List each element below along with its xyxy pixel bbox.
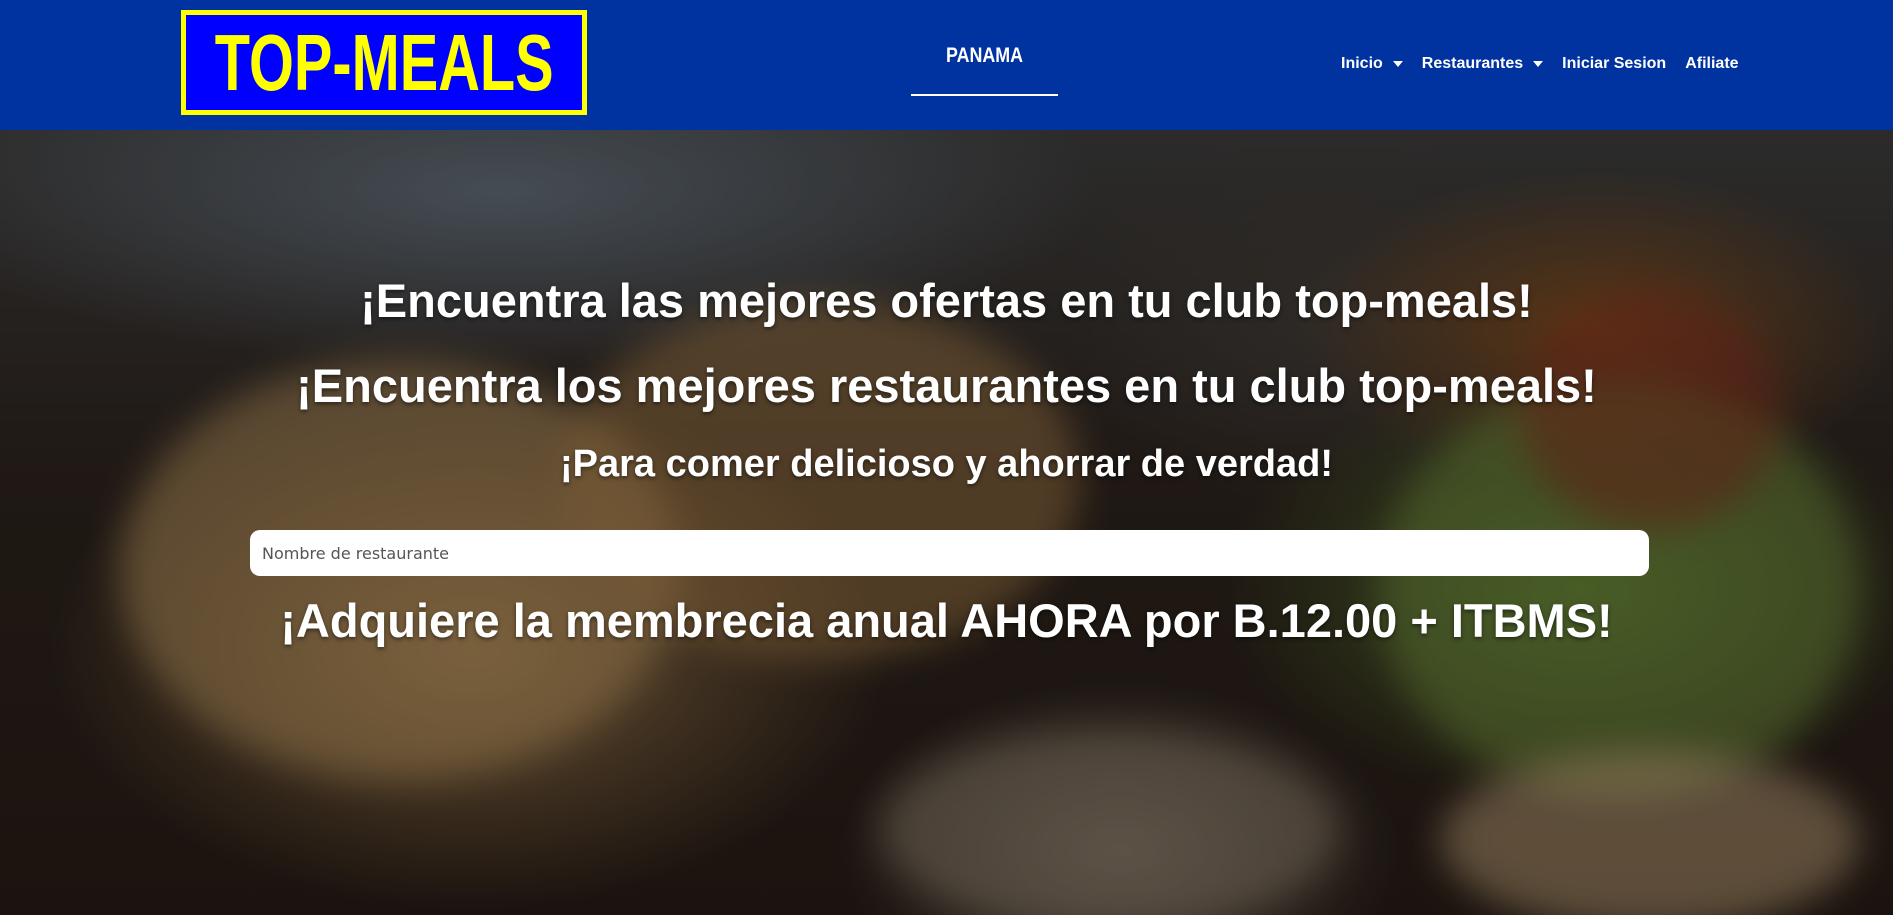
- nav-afiliate-label: Afiliate: [1685, 55, 1739, 72]
- site-header: TOP-MEALS PANAMA Inicio Restaurantes Ini…: [0, 0, 1893, 130]
- restaurant-search-input[interactable]: [250, 530, 1649, 576]
- hero-subheadline: ¡Para comer delicioso y ahorrar de verda…: [560, 443, 1333, 485]
- nav-restaurantes-label: Restaurantes: [1421, 55, 1524, 72]
- site-logo[interactable]: TOP-MEALS: [181, 10, 587, 115]
- nav-afiliate[interactable]: Afiliate: [1685, 55, 1738, 73]
- nav-inicio[interactable]: Inicio: [1341, 55, 1403, 73]
- hero-overlay: [0, 130, 1893, 915]
- hero-headline-ofertas: ¡Encuentra las mejores ofertas en tu clu…: [360, 274, 1533, 327]
- country-underline: [911, 94, 1058, 96]
- nav-restaurantes[interactable]: Restaurantes: [1421, 55, 1544, 73]
- membership-offer: ¡Adquiere la membrecia anual AHORA por B…: [280, 594, 1613, 647]
- chevron-down-icon[interactable]: [1392, 61, 1403, 67]
- nav-inicio-label: Inicio: [1341, 55, 1383, 72]
- hero-section: [0, 130, 1893, 915]
- country-selector[interactable]: PANAMA: [922, 44, 1047, 68]
- chevron-down-icon[interactable]: [1533, 61, 1544, 67]
- logo-text: TOP-MEALS: [214, 17, 554, 107]
- nav-iniciar-sesion[interactable]: Iniciar Sesion: [1562, 55, 1666, 73]
- hero-headline-restaurantes: ¡Encuentra los mejores restaurantes en t…: [296, 359, 1597, 412]
- nav-iniciar-sesion-label: Iniciar Sesion: [1562, 55, 1667, 72]
- main-nav: Inicio Restaurantes Iniciar Sesion Afili…: [1341, 53, 1739, 75]
